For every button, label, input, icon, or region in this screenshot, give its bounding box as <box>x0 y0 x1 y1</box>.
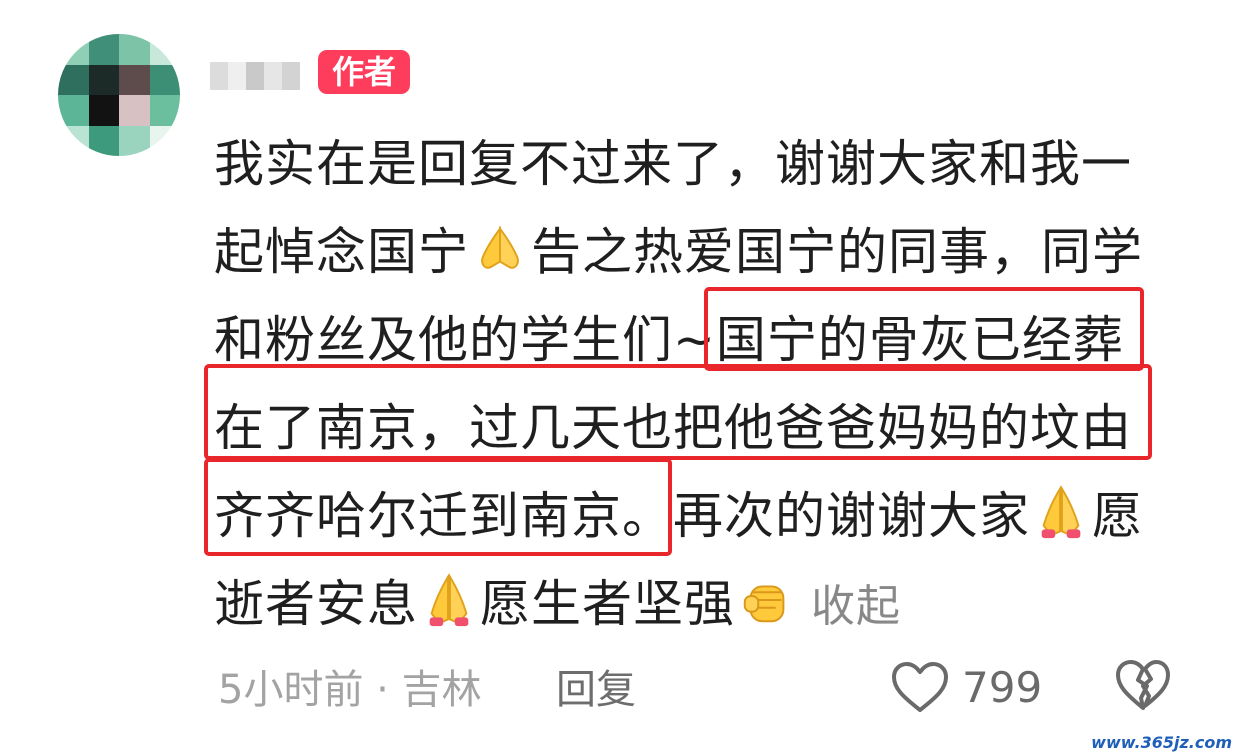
folded-hands-icon <box>481 225 519 269</box>
time-location: 5小时前 · 吉林 <box>218 667 482 713</box>
raised-fist-icon <box>743 585 785 623</box>
avatar[interactable] <box>58 34 180 156</box>
comment-card: 作者 我实在是回复不过来了，谢谢大家和我一 起悼念国宁 告之热爱国宁的同事，同学 … <box>0 0 1240 756</box>
folded-hands-icon <box>1041 485 1081 539</box>
highlight-box <box>704 287 1144 371</box>
username-blurred[interactable] <box>210 62 300 90</box>
folded-hands-icon <box>429 573 469 627</box>
broken-heart-icon[interactable] <box>1114 658 1172 714</box>
highlight-box <box>204 364 1152 460</box>
highlight-box <box>204 458 672 556</box>
collapse-link[interactable]: 收起 <box>811 581 901 632</box>
heart-icon[interactable] <box>890 660 950 716</box>
reply-button[interactable]: 回复 <box>556 662 636 718</box>
watermark: www.365jz.com <box>1091 733 1232 752</box>
comment-line-6: 逝者安息 愿生者坚强 收起 <box>214 560 1194 648</box>
comment-line-1: 我实在是回复不过来了，谢谢大家和我一 <box>214 135 1132 193</box>
like-count: 799 <box>962 663 1043 712</box>
author-badge: 作者 <box>318 50 411 94</box>
comment-line-2: 起悼念国宁 告之热爱国宁的同事，同学 <box>214 208 1194 296</box>
